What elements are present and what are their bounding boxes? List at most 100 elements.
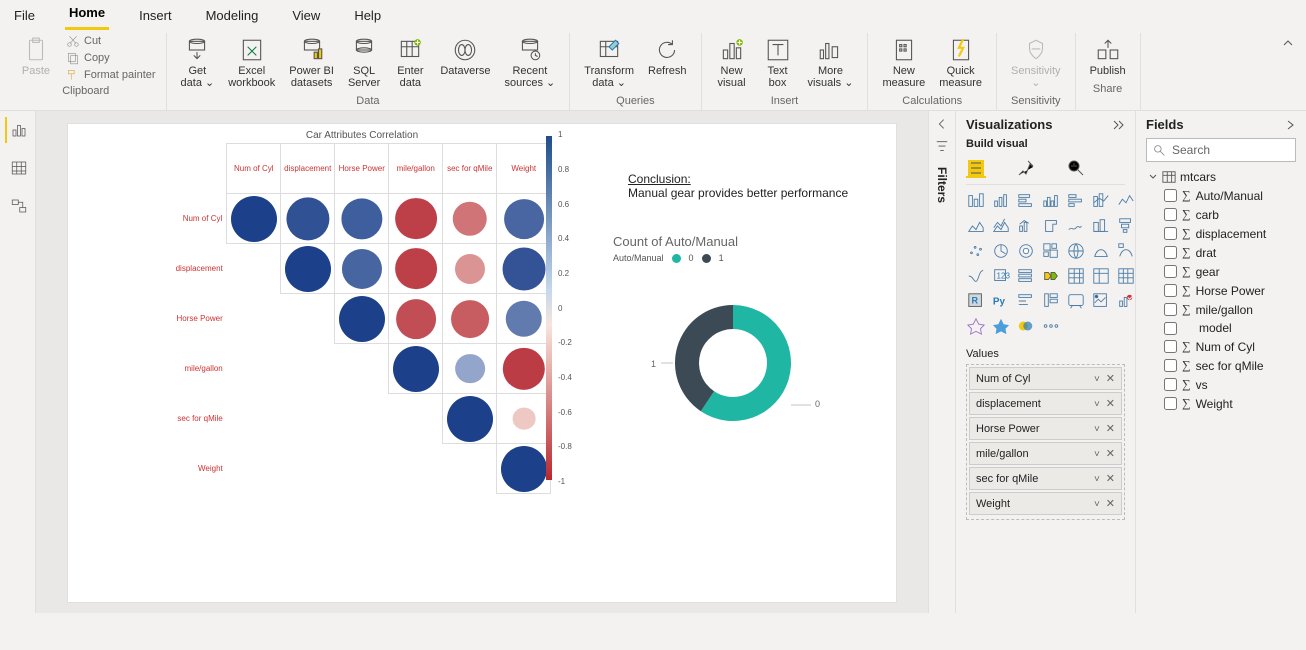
field-checkbox[interactable] <box>1164 340 1177 353</box>
remove-icon[interactable]: ✕ <box>1106 473 1115 485</box>
viz-type-10[interactable] <box>1041 216 1061 236</box>
viz-type-3[interactable] <box>1041 191 1061 211</box>
field-mile-gallon[interactable]: ∑mile/gallon <box>1164 300 1296 319</box>
viz-type-34[interactable] <box>1116 291 1136 311</box>
viz-type-28[interactable]: R <box>966 291 986 311</box>
viz-type-9[interactable] <box>1016 216 1036 236</box>
viz-type-4[interactable] <box>1066 191 1086 211</box>
remove-icon[interactable]: ✕ <box>1106 448 1115 460</box>
refresh-button[interactable]: Refresh <box>642 33 693 81</box>
menu-file[interactable]: File <box>10 3 39 30</box>
viz-type-37[interactable] <box>1016 316 1036 336</box>
menu-home[interactable]: Home <box>65 0 109 30</box>
data-view-button[interactable] <box>5 155 31 181</box>
transform-button[interactable]: Transform data ⌄ <box>578 33 640 93</box>
viz-type-21[interactable] <box>966 266 986 286</box>
field-model[interactable]: model <box>1164 319 1296 337</box>
quick-button[interactable]: Quick measure <box>933 33 988 93</box>
field-checkbox[interactable] <box>1164 227 1177 240</box>
viz-type-1[interactable] <box>991 191 1011 211</box>
field-drat[interactable]: ∑drat <box>1164 243 1296 262</box>
dataverse-button[interactable]: Dataverse <box>434 33 496 81</box>
viz-type-8[interactable] <box>991 216 1011 236</box>
viz-type-0[interactable] <box>966 191 986 211</box>
field-checkbox[interactable] <box>1164 246 1177 259</box>
field-displacement[interactable]: ∑displacement <box>1164 224 1296 243</box>
viz-type-20[interactable] <box>1116 241 1136 261</box>
copy-button[interactable]: Copy <box>64 50 158 66</box>
report-view-button[interactable] <box>5 117 31 143</box>
viz-type-12[interactable] <box>1091 216 1111 236</box>
viz-type-24[interactable] <box>1041 266 1061 286</box>
field-checkbox[interactable] <box>1164 208 1177 221</box>
viz-type-6[interactable] <box>1116 191 1136 211</box>
value-horse-power[interactable]: Horse Power˅✕ <box>969 417 1122 440</box>
remove-icon[interactable]: ✕ <box>1106 498 1115 510</box>
viz-type-13[interactable] <box>1116 216 1136 236</box>
viz-type-23[interactable] <box>1016 266 1036 286</box>
paste-button[interactable]: Paste <box>14 33 58 81</box>
new-button[interactable]: New measure <box>876 33 931 93</box>
viz-type-18[interactable] <box>1066 241 1086 261</box>
correlation-visual[interactable]: Car Attributes Correlation Num of Cyldis… <box>142 130 582 494</box>
value-num-of-cyl[interactable]: Num of Cyl˅✕ <box>969 367 1122 390</box>
viz-type-29[interactable]: Py <box>991 291 1011 311</box>
field-checkbox[interactable] <box>1164 397 1177 410</box>
get-button[interactable]: Get data ⌄ <box>175 33 221 93</box>
menu-insert[interactable]: Insert <box>135 3 176 30</box>
format-tab[interactable] <box>1016 158 1036 178</box>
viz-type-35[interactable] <box>966 316 986 336</box>
chevron-right-icon[interactable] <box>1284 119 1296 131</box>
enter-button[interactable]: Enter data <box>388 33 432 93</box>
field-checkbox[interactable] <box>1164 303 1177 316</box>
viz-type-11[interactable] <box>1066 216 1086 236</box>
table-header[interactable]: mtcars <box>1148 170 1296 184</box>
viz-type-30[interactable] <box>1016 291 1036 311</box>
search-input[interactable]: Search <box>1146 138 1296 162</box>
recent-button[interactable]: Recent sources ⌄ <box>498 33 561 93</box>
build-tab[interactable] <box>966 158 986 178</box>
viz-type-32[interactable] <box>1066 291 1086 311</box>
donut-visual[interactable]: Count of Auto/Manual Auto/Manual01 10 <box>613 234 913 446</box>
power-bi-button[interactable]: Power BI datasets <box>283 33 340 93</box>
viz-type-25[interactable] <box>1066 266 1086 286</box>
field-sec-for-qmile[interactable]: ∑sec for qMile <box>1164 356 1296 375</box>
cut-button[interactable]: Cut <box>64 33 158 49</box>
sql-button[interactable]: SQL Server <box>342 33 386 93</box>
menu-view[interactable]: View <box>288 3 324 30</box>
value-displacement[interactable]: displacement˅✕ <box>969 392 1122 415</box>
field-checkbox[interactable] <box>1164 265 1177 278</box>
value-weight[interactable]: Weight˅✕ <box>969 492 1122 515</box>
viz-type-16[interactable] <box>1016 241 1036 261</box>
viz-type-26[interactable] <box>1091 266 1111 286</box>
viz-type-14[interactable] <box>966 241 986 261</box>
viz-type-2[interactable] <box>1016 191 1036 211</box>
field-vs[interactable]: ∑vs <box>1164 375 1296 394</box>
format-painter-button[interactable]: Format painter <box>64 67 158 83</box>
chevron-right-right-icon[interactable] <box>1111 118 1125 132</box>
viz-type-38[interactable] <box>1041 316 1061 336</box>
menu-help[interactable]: Help <box>350 3 385 30</box>
field-auto-manual[interactable]: ∑Auto/Manual <box>1164 186 1296 205</box>
sensitivity-button[interactable]: Sensitivity ⌄ <box>1005 33 1067 93</box>
report-canvas[interactable]: Car Attributes Correlation Num of Cyldis… <box>36 111 928 613</box>
viz-type-19[interactable] <box>1091 241 1111 261</box>
field-checkbox[interactable] <box>1164 284 1177 297</box>
model-view-button[interactable] <box>5 193 31 219</box>
viz-type-15[interactable] <box>991 241 1011 261</box>
collapse-ribbon-button[interactable] <box>1276 33 1300 110</box>
field-weight[interactable]: ∑Weight <box>1164 394 1296 413</box>
viz-type-31[interactable] <box>1041 291 1061 311</box>
field-checkbox[interactable] <box>1164 189 1177 202</box>
conclusion-textbox[interactable]: Conclusion: Manual gear provides better … <box>628 172 858 200</box>
viz-type-27[interactable] <box>1116 266 1136 286</box>
menu-modeling[interactable]: Modeling <box>202 3 263 30</box>
field-checkbox[interactable] <box>1164 322 1177 335</box>
field-checkbox[interactable] <box>1164 378 1177 391</box>
viz-type-22[interactable]: 123 <box>991 266 1011 286</box>
viz-type-5[interactable] <box>1091 191 1111 211</box>
excel-button[interactable]: Excel workbook <box>222 33 281 93</box>
analytics-tab[interactable] <box>1066 158 1086 178</box>
value-mile-gallon[interactable]: mile/gallon˅✕ <box>969 442 1122 465</box>
field-carb[interactable]: ∑carb <box>1164 205 1296 224</box>
